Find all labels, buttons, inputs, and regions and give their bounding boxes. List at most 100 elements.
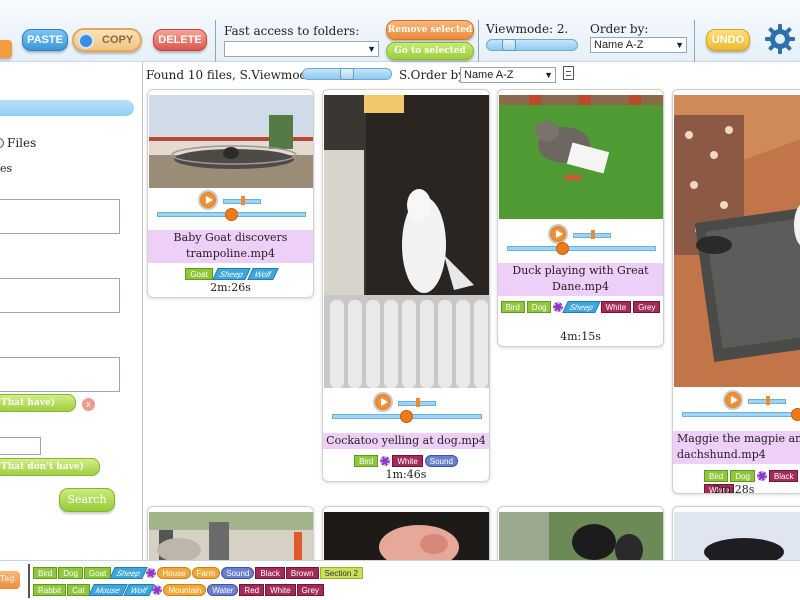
tag-chip[interactable]: Section 2 [319, 566, 363, 579]
video-thumbnail[interactable] [324, 512, 490, 560]
tag-button[interactable]: Tag. [0, 571, 20, 589]
file-card[interactable]: Cockatoo yelling at dog.mp4 Bird White Sou… [322, 89, 490, 482]
search-button[interactable]: Search [59, 488, 115, 512]
have-filter-field[interactable] [0, 357, 120, 392]
play-icon[interactable] [548, 224, 568, 244]
tag-chip[interactable]: Dog [526, 300, 552, 313]
remove-selected-button[interactable]: Remove selected [386, 20, 474, 40]
tag-chip[interactable]: Dog [730, 469, 755, 482]
files-radio[interactable] [0, 138, 4, 148]
tag-chip[interactable]: Dog [58, 566, 83, 579]
gear-icon[interactable] [764, 23, 796, 55]
tag-chip[interactable]: Bird [500, 300, 525, 313]
secondary-order-select[interactable]: Name A-Z ▼ [460, 67, 556, 83]
progress-handle[interactable] [225, 208, 238, 221]
progress-track[interactable] [682, 412, 800, 417]
video-thumbnail[interactable] [149, 512, 314, 560]
tag-chip[interactable]: Bird [704, 469, 729, 482]
viewmode-slider-handle[interactable] [502, 39, 516, 51]
video-thumbnail[interactable] [324, 95, 490, 388]
tag-chip[interactable]: Sound [221, 566, 255, 579]
tag-chip[interactable]: Sheep [562, 300, 602, 313]
file-tags: Bird White Sound [323, 453, 489, 467]
file-card[interactable] [147, 506, 314, 560]
tag-chip[interactable]: White [392, 454, 423, 467]
progress-track[interactable] [507, 246, 656, 251]
video-thumbnail[interactable] [499, 95, 664, 219]
file-card[interactable] [672, 506, 800, 560]
tag-chip[interactable]: Black [768, 469, 799, 482]
tag-chip[interactable]: Farm [191, 566, 221, 579]
document-icon[interactable] [563, 66, 574, 80]
tag-chip[interactable]: Grey [633, 300, 661, 313]
tag-chip[interactable]: Sheep [109, 566, 149, 579]
tag-badge-icon[interactable] [146, 567, 157, 578]
viewmode-slider[interactable] [486, 39, 578, 51]
search-folder-field[interactable] [0, 278, 120, 313]
dont-have-filter-field[interactable] [0, 437, 41, 455]
tag-badge-icon[interactable] [152, 584, 163, 595]
go-to-selected-button[interactable]: Go to selected [386, 42, 474, 60]
undo-button[interactable]: UNDO [706, 29, 750, 51]
file-card[interactable]: Baby Goat discovers trampoline.mp4 Goat S… [147, 89, 314, 298]
tag-chip[interactable]: Cat [67, 583, 90, 596]
delete-button[interactable]: DELETE [153, 29, 207, 51]
tag-chip[interactable]: Red [239, 583, 265, 596]
tag-action-button[interactable] [0, 40, 12, 58]
tag-chip[interactable]: Brown [285, 566, 319, 579]
file-title[interactable]: Baby Goat discovers trampoline.mp4 [148, 230, 313, 263]
file-card[interactable] [497, 506, 664, 560]
volume-slider[interactable] [398, 398, 436, 407]
have-filter-button[interactable]: That have) filtes... [0, 394, 76, 424]
clear-filter-icon[interactable]: x [82, 398, 95, 411]
tag-chip[interactable]: Wolf [247, 267, 279, 280]
dont-have-filter-button[interactable]: That don't have) filtes... [0, 458, 100, 488]
secondary-viewmode-slider[interactable] [302, 68, 392, 80]
paste-button[interactable]: PASTE [22, 29, 68, 51]
tag-chip[interactable]: Sound [424, 454, 458, 467]
video-thumbnail[interactable] [499, 512, 664, 560]
file-card[interactable]: Maggie the magpie and dachshund.mp4 Bird… [672, 89, 800, 494]
tag-chip[interactable]: White [600, 300, 632, 313]
secondary-viewmode-slider-handle[interactable] [340, 68, 354, 80]
tag-chip[interactable]: Mountain [163, 583, 207, 596]
file-card[interactable]: Duck playing with Great Dane.mp4 Bird Dog… [497, 89, 664, 347]
tag-chip[interactable]: Goat [83, 566, 112, 579]
tag-chip[interactable]: Sheep [211, 267, 251, 280]
tag-chip[interactable]: Grey [296, 583, 324, 596]
search-text-field[interactable] [0, 199, 120, 234]
tag-badge-icon[interactable] [380, 455, 391, 466]
play-icon[interactable] [723, 390, 743, 410]
tag-chip[interactable]: Rabbit [33, 583, 67, 596]
volume-slider[interactable] [223, 196, 261, 205]
tag-chip[interactable]: Bird [354, 454, 379, 467]
tag-chip[interactable]: Wolf [122, 583, 155, 596]
video-thumbnail[interactable] [674, 95, 800, 387]
tag-chip[interactable]: House [157, 566, 191, 579]
tag-badge-icon[interactable] [553, 301, 564, 312]
folder-select[interactable]: ▼ [224, 41, 379, 57]
volume-slider[interactable] [748, 396, 786, 405]
tag-chip[interactable]: Goat [185, 267, 213, 280]
progress-handle[interactable] [791, 408, 800, 421]
tag-chip[interactable]: Bird [33, 566, 58, 579]
tag-badge-icon[interactable] [756, 470, 767, 481]
order-by-select[interactable]: Name A-Z ▼ [590, 37, 687, 53]
play-icon[interactable] [373, 392, 393, 412]
copy-button[interactable]: COPY [72, 28, 142, 52]
file-card[interactable] [322, 506, 490, 560]
tag-chip[interactable]: Mouse [87, 583, 128, 596]
video-player [498, 224, 663, 264]
file-title[interactable]: Duck playing with Great Dane.mp4 [498, 263, 663, 296]
progress-handle[interactable] [556, 242, 569, 255]
tag-chip[interactable]: Water [207, 583, 239, 596]
play-icon[interactable] [198, 190, 218, 210]
file-title[interactable]: Cockatoo yelling at dog.mp4 [323, 433, 489, 449]
volume-slider[interactable] [573, 230, 611, 239]
video-thumbnail[interactable] [149, 95, 314, 188]
video-thumbnail[interactable] [674, 512, 800, 560]
file-title[interactable]: Maggie the magpie and dachshund.mp4 [673, 431, 800, 464]
tag-chip[interactable]: White [265, 583, 296, 596]
progress-handle[interactable] [400, 410, 413, 423]
tag-chip[interactable]: Black [255, 566, 285, 579]
